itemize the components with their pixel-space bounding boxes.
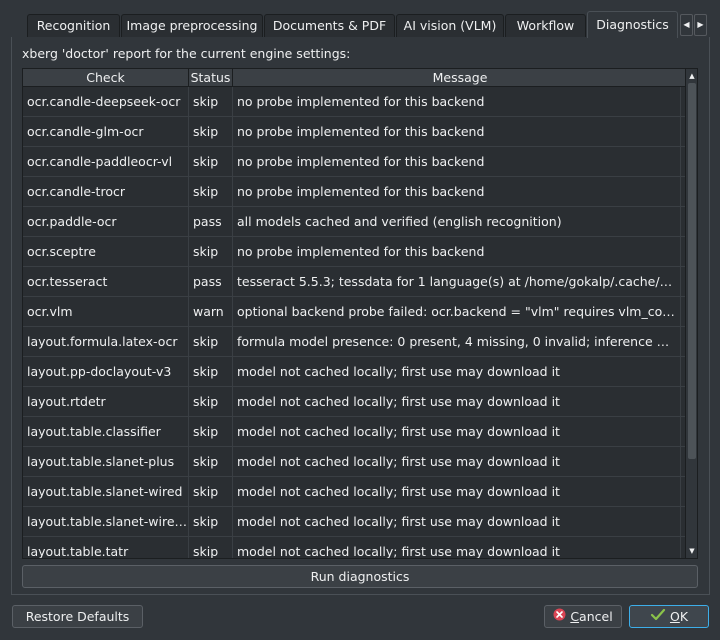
cell-check: layout.table.slanet-wired	[23, 477, 189, 506]
cell-message: model not cached locally; first use may …	[233, 417, 681, 446]
cell-status: skip	[189, 327, 233, 356]
scroll-down-arrow-icon[interactable]: ▼	[687, 546, 697, 556]
cell-check: layout.table.slanet-wireless	[23, 507, 189, 536]
cell-status: skip	[189, 507, 233, 536]
cell-status: skip	[189, 417, 233, 446]
tab-workflow[interactable]: Workflow	[505, 14, 586, 37]
cell-check: ocr.tesseract	[23, 267, 189, 296]
cell-check: ocr.candle-paddleocr-vl	[23, 147, 189, 176]
table-row[interactable]: layout.formula.latex-ocr skip formula mode…	[23, 327, 687, 357]
table-row[interactable]: layout.table.slanet-plus skip model not ca…	[23, 447, 687, 477]
table-row[interactable]: layout.pp-doclayout-v3 skip model not cach…	[23, 357, 687, 387]
cell-message: tesseract 5.5.3; tessdata for 1 language…	[233, 267, 681, 296]
tab-bar: Recognition Image preprocessing Document…	[0, 11, 720, 38]
cell-status: skip	[189, 477, 233, 506]
column-header-status[interactable]: Status	[189, 69, 233, 86]
run-diagnostics-button[interactable]: Run diagnostics	[22, 565, 698, 588]
cell-status: skip	[189, 537, 233, 558]
cell-check: layout.formula.latex-ocr	[23, 327, 189, 356]
cell-status: skip	[189, 117, 233, 146]
table-row[interactable]: layout.table.slanet-wireless skip model no…	[23, 507, 687, 537]
tab-ai-vision[interactable]: AI vision (VLM)	[396, 14, 504, 37]
table-row[interactable]: ocr.candle-glm-ocr skip no probe implement…	[23, 117, 687, 147]
cell-check: ocr.candle-deepseek-ocr	[23, 87, 189, 116]
tab-scroll-left-button[interactable]: ◀	[680, 14, 693, 36]
tab-recognition[interactable]: Recognition	[27, 14, 120, 37]
cell-check: layout.table.slanet-plus	[23, 447, 189, 476]
cell-check: layout.rtdetr	[23, 387, 189, 416]
cell-check: ocr.sceptre	[23, 237, 189, 266]
tab-documents-pdf[interactable]: Documents & PDF	[264, 14, 395, 37]
cell-status: pass	[189, 207, 233, 236]
cell-check: ocr.vlm	[23, 297, 189, 326]
vertical-scrollbar[interactable]: ▲ ▼	[685, 69, 697, 558]
table-row[interactable]: layout.table.tatr skip model not cached lo…	[23, 537, 687, 558]
cell-message: model not cached locally; first use may …	[233, 447, 681, 476]
cell-status: warn	[189, 297, 233, 326]
cell-status: skip	[189, 87, 233, 116]
chevron-left-icon: ◀	[683, 20, 690, 29]
check-icon	[650, 606, 666, 627]
chevron-right-icon: ▶	[697, 20, 704, 29]
report-label: xberg 'doctor' report for the current en…	[22, 46, 351, 61]
cell-check: layout.table.classifier	[23, 417, 189, 446]
cell-status: skip	[189, 387, 233, 416]
cancel-button[interactable]: Cancel	[544, 605, 622, 628]
table-body: ocr.candle-deepseek-ocr skip no probe impl…	[23, 87, 687, 558]
cell-message: all models cached and verified (english …	[233, 207, 681, 236]
cell-message: no probe implemented for this backend	[233, 237, 681, 266]
cell-status: skip	[189, 177, 233, 206]
table-row[interactable]: ocr.candle-deepseek-ocr skip no probe impl…	[23, 87, 687, 117]
column-header-check[interactable]: Check	[23, 69, 189, 86]
cell-message: model not cached locally; first use may …	[233, 357, 681, 386]
table-row[interactable]: ocr.tesseract pass tesseract 5.5.3; tessda…	[23, 267, 687, 297]
cell-status: skip	[189, 357, 233, 386]
table-row[interactable]: layout.table.slanet-wired skip model not c…	[23, 477, 687, 507]
cell-status: skip	[189, 237, 233, 266]
cell-status: skip	[189, 147, 233, 176]
table-row[interactable]: ocr.candle-trocr skip no probe implemented…	[23, 177, 687, 207]
cell-message: model not cached locally; first use may …	[233, 477, 681, 506]
cell-check: layout.pp-doclayout-v3	[23, 357, 189, 386]
table-row[interactable]: ocr.candle-paddleocr-vl skip no probe impl…	[23, 147, 687, 177]
table-row[interactable]: ocr.vlm warn optional backend probe failed…	[23, 297, 687, 327]
table-row[interactable]: ocr.paddle-ocr pass all models cached and …	[23, 207, 687, 237]
cell-message: no probe implemented for this backend	[233, 87, 681, 116]
scroll-up-arrow-icon[interactable]: ▲	[687, 71, 697, 81]
cell-message: formula model presence: 0 present, 4 mis…	[233, 327, 681, 356]
cell-status: pass	[189, 267, 233, 296]
table-row[interactable]: ocr.sceptre skip no probe implemented for …	[23, 237, 687, 267]
table-row[interactable]: layout.table.classifier skip model not cac…	[23, 417, 687, 447]
cancel-mnemonic: C	[570, 609, 580, 624]
ok-button[interactable]: OK	[629, 605, 709, 628]
ok-mnemonic: O	[669, 609, 680, 624]
tab-scroll-right-button[interactable]: ▶	[694, 14, 707, 36]
cell-message: optional backend probe failed: ocr.backe…	[233, 297, 681, 326]
cancel-label: ancel	[579, 609, 613, 624]
scrollbar-thumb[interactable]	[688, 83, 696, 459]
tab-image-preprocessing[interactable]: Image preprocessing	[121, 14, 263, 37]
cell-message: model not cached locally; first use may …	[233, 507, 681, 536]
table-header: Check Status Message	[23, 69, 687, 87]
cell-message: no probe implemented for this backend	[233, 117, 681, 146]
restore-defaults-button[interactable]: Restore Defaults	[12, 605, 143, 628]
table-row[interactable]: layout.rtdetr skip model not cached locall…	[23, 387, 687, 417]
cancel-icon	[553, 606, 566, 627]
cell-message: no probe implemented for this backend	[233, 147, 681, 176]
cell-message: no probe implemented for this backend	[233, 177, 681, 206]
diagnostics-table[interactable]: Check Status Message ocr.candle-deepseek…	[22, 68, 698, 559]
cell-message: model not cached locally; first use may …	[233, 387, 681, 416]
ok-label: K	[679, 609, 689, 624]
cell-check: ocr.paddle-ocr	[23, 207, 189, 236]
cell-check: layout.table.tatr	[23, 537, 189, 558]
tab-diagnostics[interactable]: Diagnostics	[587, 11, 678, 38]
cell-check: ocr.candle-glm-ocr	[23, 117, 189, 146]
cell-check: ocr.candle-trocr	[23, 177, 189, 206]
cell-status: skip	[189, 447, 233, 476]
column-header-message[interactable]: Message	[233, 69, 687, 86]
cell-message: model not cached locally; first use may …	[233, 537, 681, 558]
